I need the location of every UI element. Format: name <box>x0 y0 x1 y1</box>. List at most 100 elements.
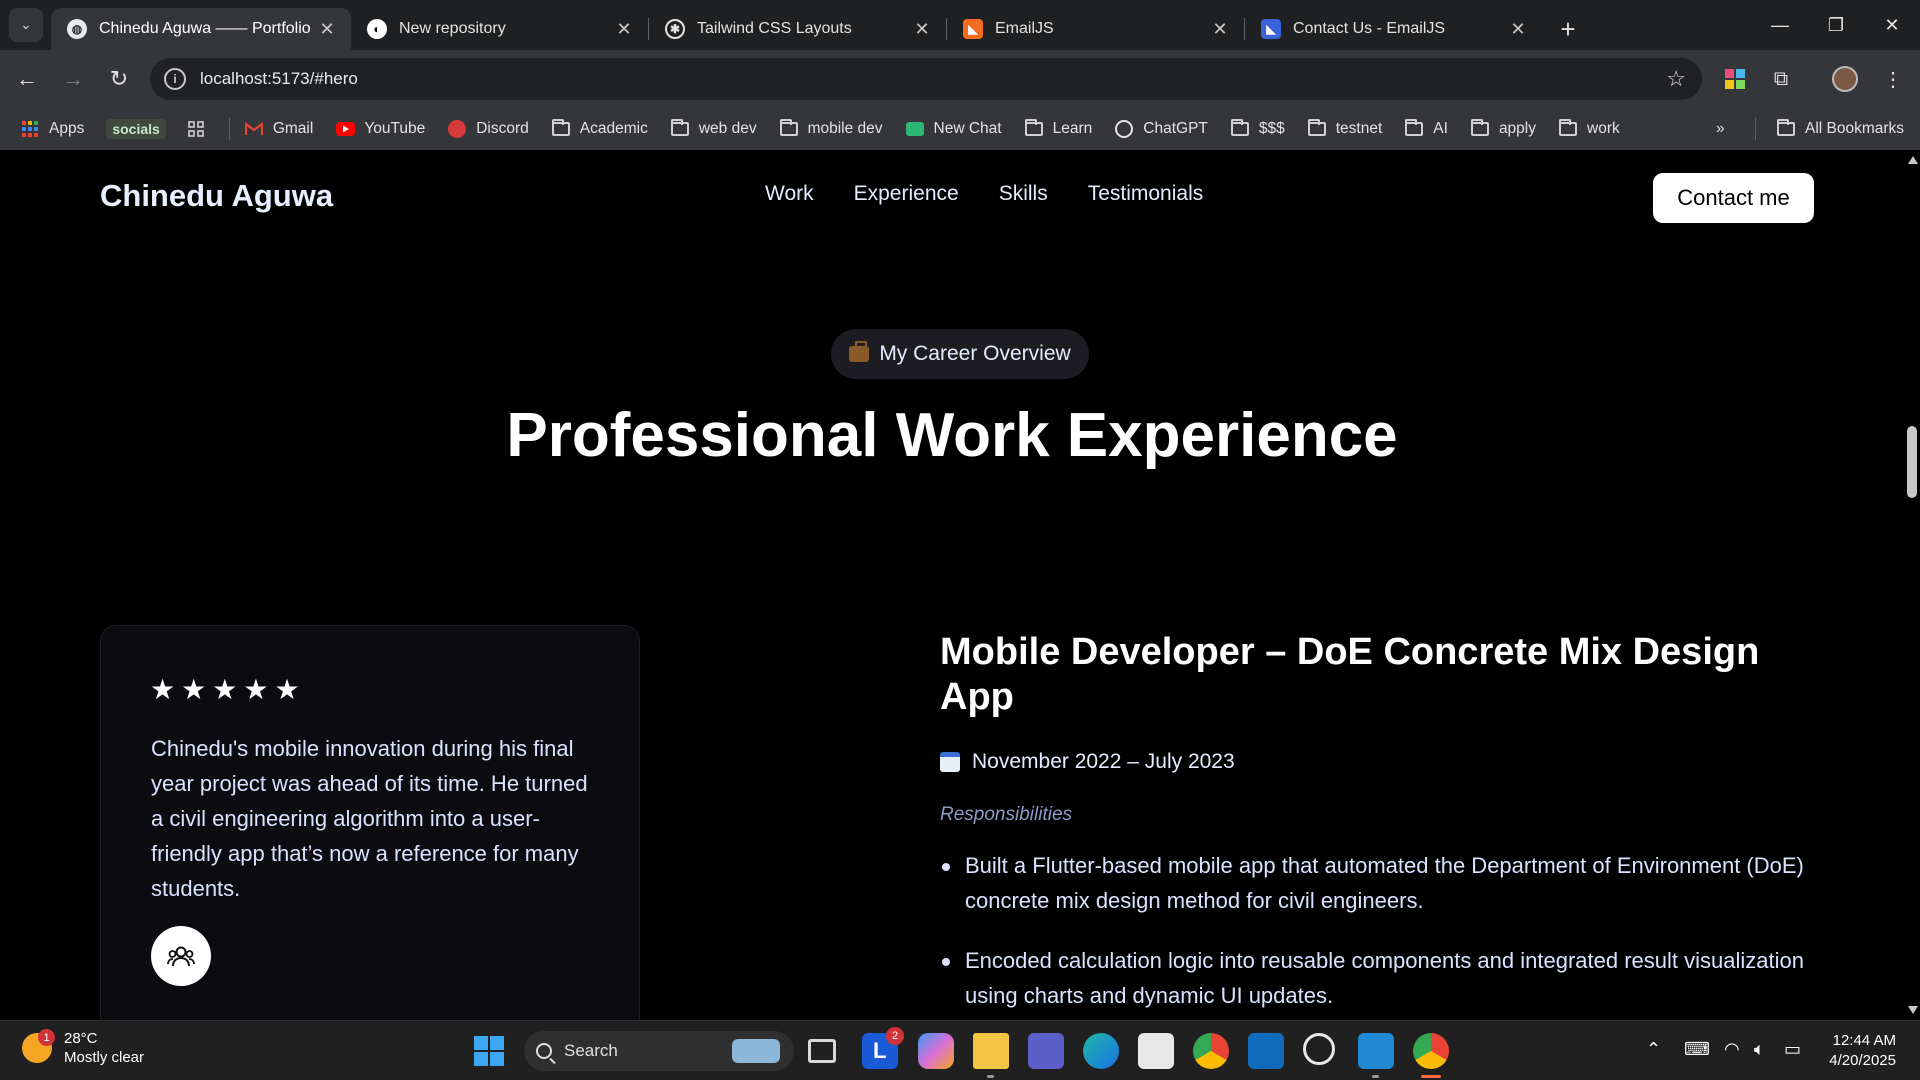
system-clock[interactable]: 12:44 AM 4/20/2025 <box>1829 1031 1896 1071</box>
bookmark-tab-groups[interactable] <box>186 121 215 137</box>
minimize-icon: — <box>1771 14 1789 35</box>
file-explorer-icon[interactable] <box>973 1033 1009 1078</box>
tab-tailwind-layouts[interactable]: ✱ Tailwind CSS Layouts ✕ <box>649 8 946 50</box>
tab-portfolio[interactable]: ◍ Chinedu Aguwa —— Portfolio ✕ <box>51 8 351 50</box>
close-window-button[interactable]: ✕ <box>1864 0 1920 50</box>
nav-link-skills[interactable]: Skills <box>999 182 1048 206</box>
start-logo-tile <box>474 1036 488 1050</box>
chatgpt-app-icon[interactable] <box>1303 1033 1335 1065</box>
tab-search-button[interactable]: ⌄ <box>9 8 43 42</box>
nav-link-testimonials[interactable]: Testimonials <box>1088 182 1204 206</box>
bookmark-label: AI <box>1433 120 1448 137</box>
taskbar-search[interactable]: Search <box>524 1031 794 1071</box>
bookmark-socials[interactable]: socials <box>106 119 166 139</box>
close-icon[interactable]: ✕ <box>317 19 337 39</box>
url-text[interactable]: localhost:5173/#hero <box>200 69 358 89</box>
microsoft-store-icon[interactable] <box>1138 1033 1174 1069</box>
bookmark-youtube[interactable]: YouTube <box>335 120 425 138</box>
contact-me-button[interactable]: Contact me <box>1653 173 1814 223</box>
scroll-up-arrow-icon[interactable] <box>1908 156 1918 164</box>
start-logo-tile <box>490 1036 504 1050</box>
bookmarks-bar: Apps socials Gmail YouTube Discord Acade… <box>0 108 1920 150</box>
reload-button[interactable]: ↻ <box>100 60 138 98</box>
bookmark-folder-web-dev[interactable]: web dev <box>670 119 757 138</box>
bookmark-label: mobile dev <box>807 120 883 137</box>
reload-icon: ↻ <box>109 66 129 91</box>
tab-title: Contact Us - EmailJS <box>1293 20 1446 37</box>
bookmark-label: apply <box>1498 120 1536 137</box>
bookmark-label: Discord <box>476 120 529 137</box>
vscode-icon[interactable] <box>1358 1033 1394 1078</box>
bookmark-folder-mobile-dev[interactable]: mobile dev <box>779 119 883 138</box>
forward-button[interactable]: → <box>54 60 92 98</box>
apps-grid-icon <box>20 121 40 137</box>
youtube-icon <box>335 121 355 137</box>
star-icon: ★ <box>243 674 269 705</box>
nav-link-work[interactable]: Work <box>765 182 814 206</box>
all-bookmarks-button[interactable]: All Bookmarks <box>1776 119 1904 138</box>
bookmarks-overflow-button[interactable]: » <box>1716 120 1725 138</box>
extension-colorful-icon[interactable] <box>1718 62 1752 96</box>
volume-icon[interactable]: 🔈︎ <box>1754 1039 1765 1060</box>
bookmark-chatgpt[interactable]: ChatGPT <box>1114 120 1208 138</box>
bookmark-folder-learn[interactable]: Learn <box>1024 119 1092 138</box>
back-button[interactable]: ← <box>8 60 46 98</box>
close-icon[interactable]: ✕ <box>1508 19 1528 39</box>
profile-avatar[interactable] <box>1828 62 1862 96</box>
bookmark-label: work <box>1587 120 1620 137</box>
bookmark-discord[interactable]: Discord <box>447 120 529 138</box>
site-brand[interactable]: Chinedu Aguwa <box>100 178 333 214</box>
teams-icon[interactable] <box>1028 1033 1064 1069</box>
launcher-app-icon[interactable]: L 2 <box>862 1027 904 1069</box>
extensions-puzzle-icon[interactable]: ⧉ <box>1764 62 1798 96</box>
weather-desc: Mostly clear <box>64 1049 145 1066</box>
globe-icon: ◍ <box>67 19 87 39</box>
bookmark-label: New Chat <box>933 120 1002 137</box>
close-icon[interactable]: ✕ <box>1210 19 1230 39</box>
wifi-icon[interactable]: ◠ <box>1724 1039 1740 1060</box>
page-scrollbar[interactable] <box>1904 150 1920 1020</box>
chevron-up-icon[interactable]: ⌃ <box>1646 1039 1661 1060</box>
bookmark-apps[interactable]: Apps <box>20 120 84 138</box>
bookmark-folder-testnet[interactable]: testnet <box>1307 119 1382 138</box>
tab-emailjs[interactable]: ◣ EmailJS ✕ <box>947 8 1244 50</box>
experience-entry: Mobile Developer – DoE Concrete Mix Desi… <box>940 630 1820 1020</box>
weather-widget[interactable]: 1 28°C Mostly clear <box>22 1029 144 1067</box>
restore-button[interactable]: ❐ <box>1808 0 1864 50</box>
bot-icon <box>905 121 925 137</box>
tab-contact-emailjs[interactable]: ◣ Contact Us - EmailJS ✕ <box>1245 8 1542 50</box>
task-view-icon[interactable] <box>808 1039 836 1063</box>
chrome-active-icon[interactable] <box>1413 1033 1449 1078</box>
bookmark-label: Gmail <box>272 120 314 137</box>
tab-new-repository[interactable]: ◐ New repository ✕ <box>351 8 648 50</box>
scroll-down-arrow-icon[interactable] <box>1908 1006 1918 1014</box>
address-bar[interactable]: i localhost:5173/#hero ☆ <box>150 58 1702 100</box>
rating-stars: ★ ★ ★ ★ ★ <box>150 676 300 704</box>
new-tab-button[interactable]: + <box>1550 8 1586 50</box>
bookmark-label: Apps <box>49 120 85 137</box>
windows-start-button[interactable] <box>474 1036 504 1066</box>
star-icon: ★ <box>181 674 207 705</box>
kebab-menu-icon[interactable]: ⋮ <box>1876 62 1910 96</box>
bookmark-folder-money[interactable]: $$$ <box>1230 119 1285 138</box>
bookmark-folder-ai[interactable]: AI <box>1404 119 1448 138</box>
bookmark-folder-academic[interactable]: Academic <box>551 119 648 138</box>
minimize-button[interactable]: — <box>1752 0 1808 50</box>
chrome-icon[interactable] <box>1193 1033 1229 1069</box>
edge-icon[interactable] <box>1083 1033 1119 1069</box>
copilot-icon[interactable] <box>918 1033 954 1069</box>
site-info-icon[interactable]: i <box>164 68 186 90</box>
keyboard-icon[interactable]: ⌨ <box>1684 1039 1710 1060</box>
close-icon[interactable]: ✕ <box>912 19 932 39</box>
bookmark-star-icon[interactable]: ☆ <box>1666 66 1686 92</box>
bookmark-gmail[interactable]: Gmail <box>244 120 313 138</box>
bookmark-folder-work[interactable]: work <box>1558 119 1620 138</box>
bookmark-new-chat[interactable]: New Chat <box>905 120 1002 138</box>
outlook-icon[interactable] <box>1248 1033 1284 1069</box>
close-icon[interactable]: ✕ <box>614 19 634 39</box>
restore-icon: ❐ <box>1827 14 1845 35</box>
battery-icon[interactable]: ▭ <box>1784 1039 1801 1060</box>
nav-link-experience[interactable]: Experience <box>854 182 959 206</box>
bookmark-folder-apply[interactable]: apply <box>1470 119 1536 138</box>
scrollbar-thumb[interactable] <box>1907 426 1917 498</box>
